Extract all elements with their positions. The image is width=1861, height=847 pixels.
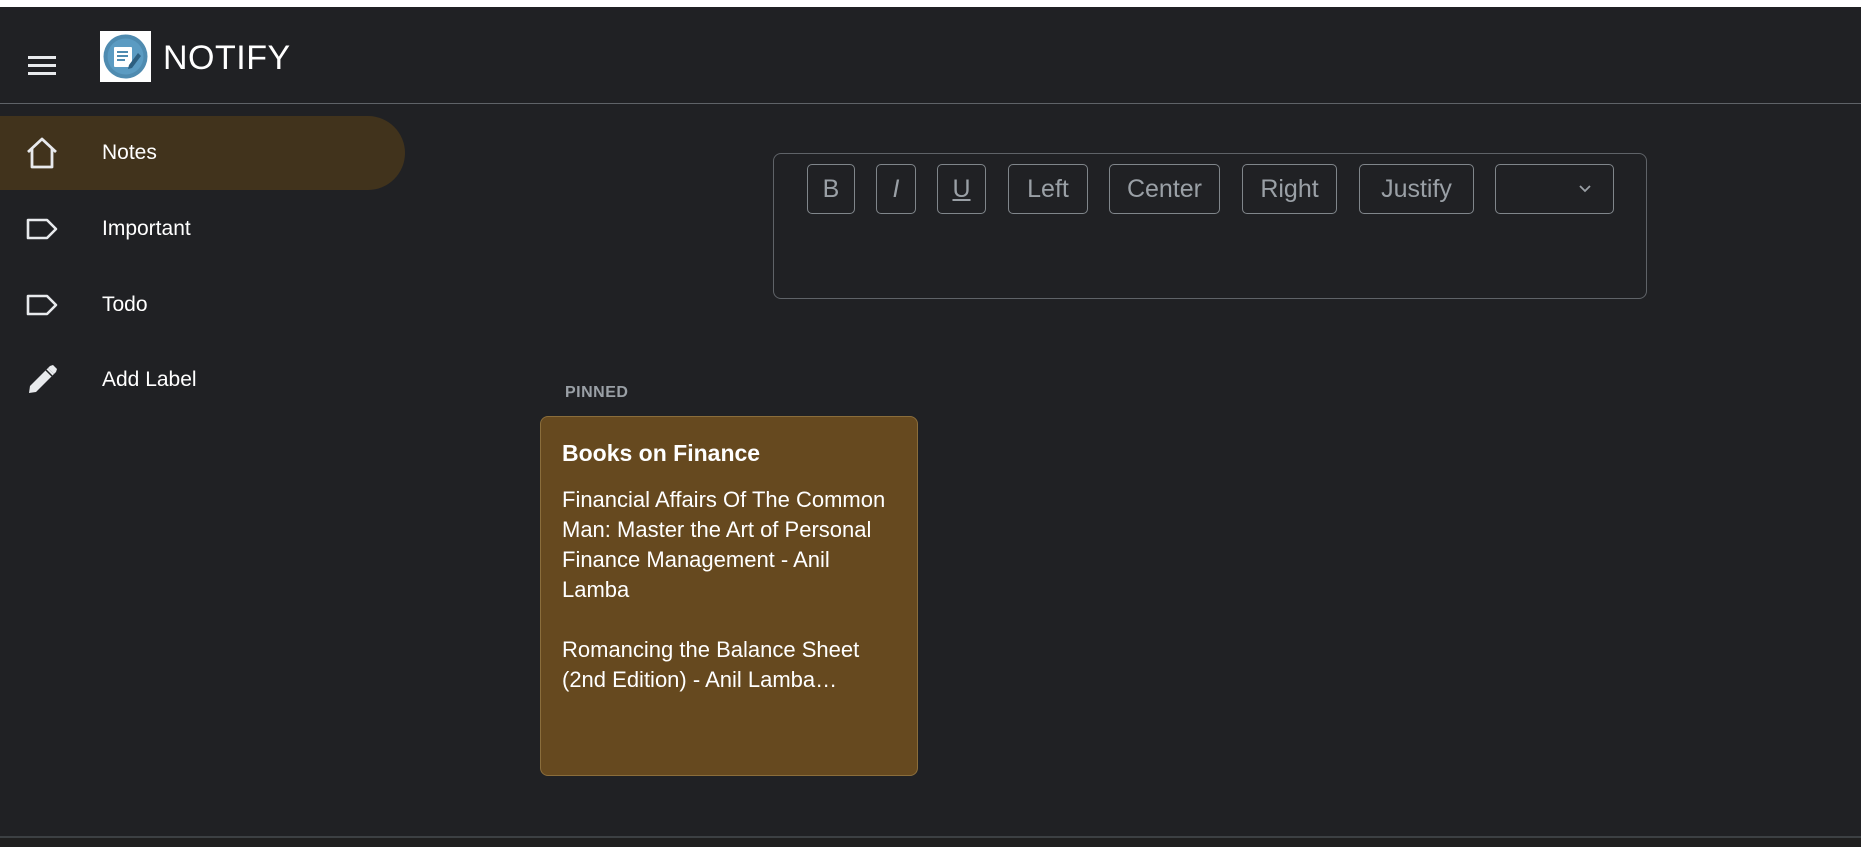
underline-button[interactable]: U [937, 164, 986, 214]
note-body: Financial Affairs Of The Common Man: Mas… [562, 487, 886, 692]
sidebar-item-label: Add Label [102, 368, 197, 391]
hamburger-menu-icon [28, 56, 56, 75]
align-justify-button[interactable]: Justify [1359, 164, 1474, 214]
note-card[interactable]: Books on Finance Financial Affairs Of Th… [540, 416, 918, 776]
sidebar-item-todo[interactable]: Todo [0, 268, 405, 342]
pencil-icon [24, 362, 60, 398]
align-left-button[interactable]: Left [1008, 164, 1088, 214]
main-menu-button[interactable] [22, 45, 62, 85]
app-logo [100, 31, 151, 82]
italic-button[interactable]: I [876, 164, 916, 214]
font-size-select[interactable] [1495, 164, 1614, 214]
note-editor[interactable]: B I U Left Center Right Justify [773, 153, 1647, 299]
note-title: Books on Finance [562, 440, 761, 466]
align-center-button[interactable]: Center [1109, 164, 1220, 214]
sidebar-item-add-label[interactable]: Add Label [0, 343, 405, 417]
sidebar-item-important[interactable]: Important [0, 192, 405, 266]
window-top-edge [0, 0, 1861, 7]
sidebar-item-label: Todo [102, 293, 148, 316]
home-icon [24, 135, 60, 171]
pinned-section-heading: PINNED [565, 384, 629, 401]
app-header: NOTIFY [0, 7, 1861, 104]
sidebar-item-label: Important [102, 217, 191, 240]
sidebar-item-label: Notes [102, 141, 157, 164]
sidebar-item-notes[interactable]: Notes [0, 116, 405, 190]
note-pencil-logo-icon [103, 34, 148, 79]
chevron-down-icon [1579, 185, 1591, 193]
bold-button[interactable]: B [807, 164, 855, 214]
align-right-button[interactable]: Right [1242, 164, 1337, 214]
app-title: NOTIFY [163, 39, 291, 77]
label-icon [24, 287, 60, 323]
taskbar-edge [0, 836, 1861, 847]
label-icon [24, 211, 60, 247]
